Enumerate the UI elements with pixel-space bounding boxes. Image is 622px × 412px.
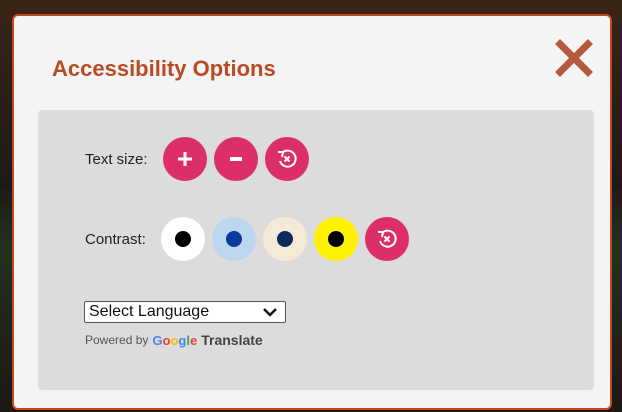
close-button[interactable]: [554, 38, 594, 78]
contrast-reset-button[interactable]: [364, 217, 409, 261]
powered-by: Powered by Google Translate: [85, 332, 263, 348]
text-size-reset-button[interactable]: [264, 137, 309, 181]
reset-icon: [277, 149, 297, 168]
translate-link[interactable]: Translate: [201, 332, 262, 348]
contrast-yellow-button[interactable]: [313, 217, 358, 261]
contrast-default-button[interactable]: [160, 217, 205, 261]
contrast-dot: [174, 231, 191, 247]
powered-by-text: Powered by: [85, 333, 149, 347]
options-panel: Text size: Contrast: Select Language Pow…: [38, 110, 594, 390]
contrast-label: Contrast:: [85, 230, 146, 248]
close-icon: [555, 39, 593, 77]
text-size-increase-button[interactable]: [162, 137, 207, 181]
contrast-dot: [225, 231, 242, 247]
contrast-beige-button[interactable]: [262, 217, 307, 261]
plus-icon: [177, 152, 192, 166]
language-select-value: Select Language: [89, 303, 210, 320]
contrast-row: Contrast:: [85, 217, 416, 261]
chevron-down-icon: [263, 308, 277, 317]
accessibility-dialog: Accessibility Options Text size: Contras…: [12, 14, 612, 410]
text-size-decrease-button[interactable]: [213, 137, 258, 181]
text-size-row: Text size:: [85, 137, 316, 181]
dialog-title: Accessibility Options: [52, 56, 276, 81]
contrast-light-blue-button[interactable]: [211, 217, 256, 261]
reset-icon: [377, 229, 397, 248]
minus-icon: [229, 157, 242, 161]
contrast-dot: [327, 231, 344, 247]
text-size-label: Text size:: [85, 150, 148, 168]
contrast-options: [160, 217, 365, 261]
contrast-dot: [276, 231, 293, 247]
language-select[interactable]: Select Language: [84, 301, 286, 323]
google-logo: Google: [152, 332, 198, 348]
